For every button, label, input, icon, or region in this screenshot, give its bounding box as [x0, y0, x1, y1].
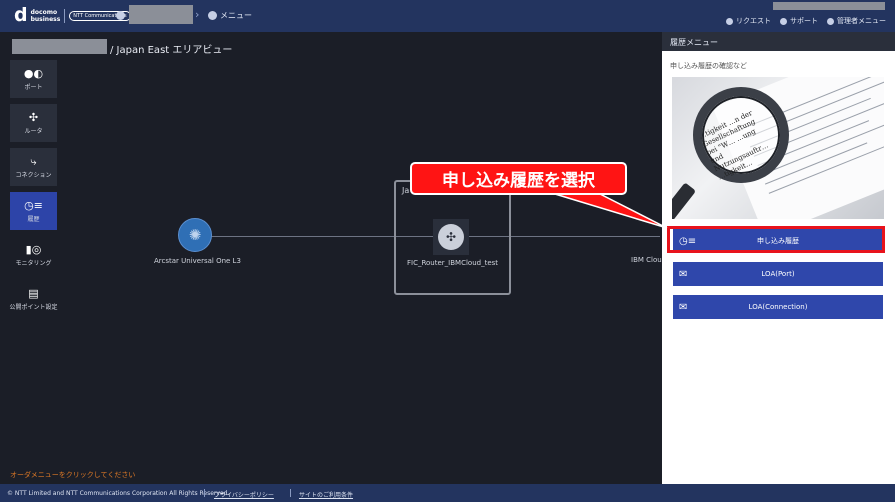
- request-link[interactable]: リクエスト: [726, 16, 771, 26]
- breadcrumb-home-icon[interactable]: [116, 11, 125, 20]
- title-redacted: [12, 39, 107, 54]
- router-icon: ✣: [28, 110, 39, 124]
- left-menu: ●◐ ポート ✣ ルータ ⤷ コネクション ◷≡ 履歴 ▮◎ モニタリング ▤ …: [10, 60, 58, 324]
- annotation-callout: 申し込み履歴を選択: [410, 162, 627, 195]
- router-icon: ✣: [438, 224, 464, 250]
- terms-link[interactable]: サイトのご利用条件: [299, 490, 353, 499]
- logo-text-line1: docomo: [30, 8, 58, 16]
- router-node[interactable]: ✣: [433, 219, 469, 255]
- panel-header: 履歴メニュー: [662, 32, 895, 51]
- button-label: LOA(Connection): [748, 303, 808, 311]
- menu-item-port[interactable]: ●◐ ポート: [10, 60, 57, 98]
- area-label: Ja: [402, 186, 410, 195]
- connection-icon: ⤷: [30, 154, 37, 168]
- monitoring-icon: ▮◎: [25, 242, 42, 256]
- highlight-outline: [667, 226, 885, 253]
- magnifier-handle: [672, 182, 697, 219]
- breadcrumb-redacted[interactable]: [129, 5, 193, 24]
- menu-item-label: ルータ: [24, 127, 43, 135]
- bell-icon: [726, 17, 733, 25]
- menu-item-router[interactable]: ✣ ルータ: [10, 104, 57, 142]
- page-title: / Japan East エリアビュー: [110, 45, 233, 56]
- panel-subtitle: 申し込み履歴の確認など: [670, 62, 747, 70]
- footer-divider: [290, 489, 291, 497]
- arcstar-node-label: Arcstar Universal One L3: [154, 257, 241, 265]
- callout-text: 申し込み履歴を選択: [442, 171, 595, 191]
- menu-item-label: 公開ポイント設定: [9, 303, 58, 311]
- public-point-icon: ▤: [28, 286, 39, 300]
- history-icon: ◷≡: [24, 198, 43, 212]
- router-label: FIC_Router_IBMCloud_test: [407, 259, 499, 267]
- logo-separator: [64, 8, 66, 23]
- button-label: LOA(Port): [761, 270, 795, 278]
- admin-menu-link[interactable]: 管理者メニュー: [827, 16, 886, 26]
- support-link[interactable]: サポート: [780, 16, 818, 26]
- port-icon: ●◐: [23, 66, 44, 80]
- header-actions: リクエスト サポート 管理者メニュー: [726, 16, 886, 26]
- loa-connection-button[interactable]: ✉ LOA(Connection): [673, 295, 883, 319]
- history-panel: 履歴メニュー 申し込み履歴の確認など …tigkeit …n der Gesel…: [662, 32, 895, 484]
- breadcrumb-menu[interactable]: メニュー: [220, 10, 252, 21]
- footer-divider: [204, 489, 205, 497]
- top-bar: d docomo business NTT Communications › メ…: [0, 0, 895, 32]
- breadcrumb-menu-icon: [208, 11, 217, 20]
- docomo-business-logo[interactable]: d docomo business NTT Communications: [14, 6, 131, 25]
- envelope-icon: ✉: [679, 268, 688, 280]
- magnifier-photo: …tigkeit …n der Gesellschaftung bei "W… …: [672, 77, 884, 219]
- menu-item-public-point[interactable]: ▤ 公開ポイント設定: [9, 280, 58, 318]
- panel-title: 履歴メニュー: [670, 38, 718, 47]
- envelope-icon: ✉: [679, 301, 688, 313]
- help-icon: [780, 17, 787, 25]
- privacy-policy-link[interactable]: プライバシーポリシー: [214, 490, 274, 499]
- breadcrumb-chevron-icon: ›: [195, 8, 200, 21]
- menu-item-label: コネクション: [15, 171, 52, 179]
- logo-text-line2: business: [30, 15, 61, 23]
- order-hint: オーダメニューをクリックしてください: [10, 471, 136, 479]
- menu-item-monitoring[interactable]: ▮◎ モニタリング: [10, 236, 57, 274]
- menu-item-label: モニタリング: [15, 259, 52, 267]
- globe-icon: ✺: [188, 226, 202, 244]
- menu-item-connection[interactable]: ⤷ コネクション: [10, 148, 57, 186]
- loa-port-button[interactable]: ✉ LOA(Port): [673, 262, 883, 286]
- copyright: © NTT Limited and NTT Communications Cor…: [7, 490, 230, 497]
- menu-item-label: ポート: [24, 83, 43, 91]
- menu-item-history[interactable]: ◷≡ 履歴: [10, 192, 57, 230]
- ibm-cloud-label: IBM Cloud: [631, 256, 662, 264]
- arcstar-node[interactable]: ✺: [178, 218, 212, 252]
- menu-item-label: 履歴: [27, 215, 40, 223]
- gear-icon: [827, 17, 834, 25]
- user-info-redacted: [773, 2, 885, 10]
- footer: © NTT Limited and NTT Communications Cor…: [0, 484, 895, 502]
- logo-letter: d: [14, 4, 28, 26]
